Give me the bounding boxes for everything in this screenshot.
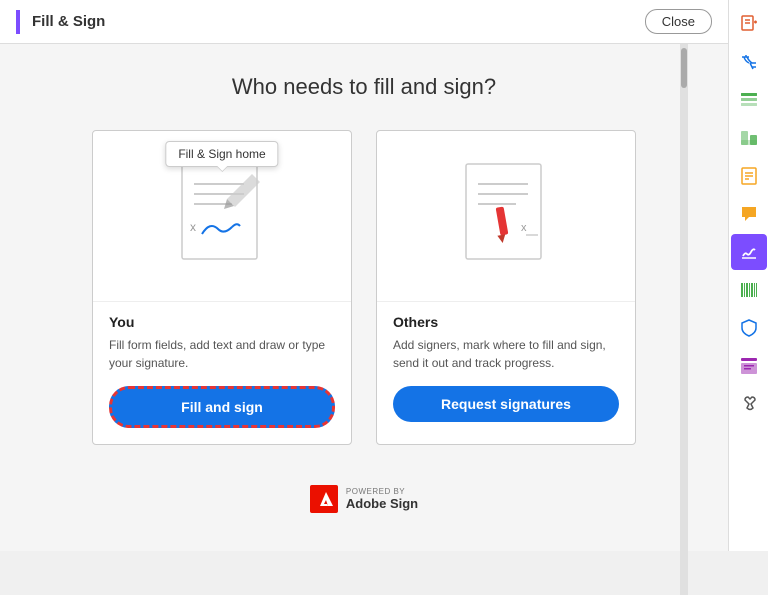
adobe-icon	[310, 485, 338, 513]
barcode-icon[interactable]	[731, 272, 767, 308]
fill-sign-home-tooltip: Fill & Sign home	[165, 141, 278, 167]
content-area: Who needs to fill and sign? Fill & Sign …	[0, 44, 728, 551]
shield-icon[interactable]	[731, 310, 767, 346]
you-card-description: Fill form fields, add text and draw or t…	[109, 336, 335, 372]
footer: POWERED BY Adobe Sign	[300, 475, 428, 523]
fill-and-sign-button[interactable]: Fill and sign	[109, 386, 335, 428]
translate-icon[interactable]	[731, 44, 767, 80]
adobe-sign-label: Adobe Sign	[346, 496, 418, 511]
scroll-thumb	[681, 48, 687, 88]
request-signatures-button[interactable]: Request signatures	[393, 386, 619, 422]
others-card-description: Add signers, mark where to fill and sign…	[393, 336, 619, 372]
powered-by-label: POWERED BY	[346, 487, 405, 496]
others-document-illustration: x	[456, 159, 556, 274]
tools-icon[interactable]	[731, 386, 767, 422]
file-icon[interactable]	[731, 158, 767, 194]
main-question: Who needs to fill and sign?	[232, 74, 496, 100]
scrollbar[interactable]	[680, 44, 688, 595]
close-button[interactable]: Close	[645, 9, 712, 34]
you-document-illustration: x	[172, 159, 272, 274]
list-icon[interactable]	[731, 82, 767, 118]
svg-text:x: x	[190, 220, 196, 234]
bookmark-icon[interactable]	[731, 348, 767, 384]
panel-title: Fill & Sign	[16, 10, 105, 34]
others-card-body: Others Add signers, mark where to fill a…	[377, 301, 635, 438]
cards-container: Fill & Sign home x	[92, 130, 636, 445]
header: Fill & Sign Close	[0, 0, 728, 44]
others-card: x Others Add signers, mark where to fill…	[376, 130, 636, 445]
sign-icon[interactable]	[731, 234, 767, 270]
svg-text:x: x	[521, 222, 527, 234]
you-card: Fill & Sign home x	[92, 130, 352, 445]
comment-icon[interactable]	[731, 196, 767, 232]
you-card-image: Fill & Sign home x	[93, 131, 351, 301]
you-card-title: You	[109, 314, 335, 330]
others-card-title: Others	[393, 314, 619, 330]
export-icon[interactable]	[731, 120, 767, 156]
adobe-logo-svg	[315, 490, 333, 508]
right-sidebar	[728, 0, 768, 551]
main-panel: Fill & Sign Close Who needs to fill and …	[0, 0, 728, 551]
others-card-image: x	[377, 131, 635, 301]
adobe-sign-branding: POWERED BY Adobe Sign	[346, 487, 418, 511]
you-card-body: You Fill form fields, add text and draw …	[93, 301, 351, 444]
document-add-icon[interactable]	[731, 6, 767, 42]
